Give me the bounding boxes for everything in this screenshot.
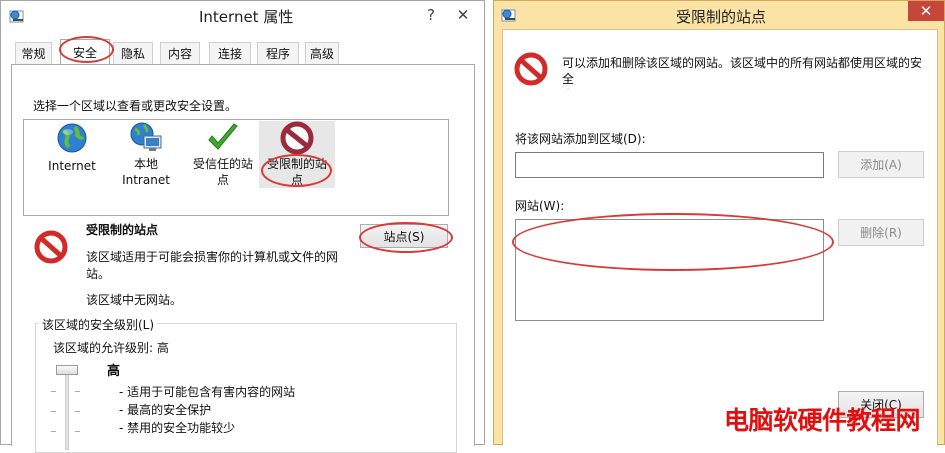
level-bullet: - 最高的安全保护 [119,403,212,417]
intranet-icon [113,121,179,155]
tab-programs[interactable]: 程序 [257,42,299,64]
sites-listbox[interactable] [515,219,824,321]
zone-heading: 受限制的站点 [86,223,159,237]
add-site-label: 将该网站添加到区域(D): [515,132,646,146]
remove-button[interactable]: 删除(R) [838,219,924,246]
level-bullet: - 适用于可能包含有害内容的网站 [119,385,296,399]
zone-description: 该区域适用于可能会损害你的计算机或文件的网 站。 [86,250,339,281]
tab-advanced[interactable]: 高级 [305,42,339,64]
tab-privacy[interactable]: 隐私 [113,42,153,64]
zone-item-intranet[interactable]: 本地 Intranet [113,121,179,188]
zone-item-internet[interactable]: Internet [41,121,103,174]
zone-item-trusted[interactable]: 受信任的站 点 [185,121,261,188]
slider-tick [51,391,56,392]
tab-general[interactable]: 常规 [15,42,52,64]
slider-tick [75,391,80,392]
zone-no-sites: 该区域中无网站。 [86,293,183,307]
allowed-levels: 该区域的允许级别: 高 [53,341,169,355]
restricted-icon [259,121,335,155]
close-button[interactable]: ✕ [449,4,477,26]
help-button[interactable]: ? [417,4,445,26]
slider-tick [51,411,56,412]
internet-properties-window: Internet 属性 ? ✕ 常规 安全 隐私 内容 连接 程序 高级 选择一… [0,0,485,453]
restricted-sites-dialog: 受限制的站点 ✕ 可以添加和删除该区域的网站。该区域中的所有网站都使用区域的安全… [493,0,945,446]
tab-security[interactable]: 安全 [60,39,110,65]
zone-label-intranet: 本地 Intranet [122,157,170,187]
dialog-info-text: 可以添加和删除该区域的网站。该区域中的所有网站都使用区域的安全 全设置。 [562,56,923,89]
sites-list-label: 网站(W): [515,199,565,213]
security-group-title: 该区域的安全级别(L) [39,316,158,333]
globe-icon [41,121,103,155]
dialog-title: 受限制的站点 [676,8,767,26]
app-icon [9,8,25,27]
restricted-big-icon [34,230,68,267]
slider-tick [51,431,56,432]
slider-tick [75,411,80,412]
zone-label-internet: Internet [48,159,96,173]
security-slider-track[interactable] [65,365,69,450]
restricted-big-icon [514,52,548,89]
window-title: Internet 属性 [199,8,294,26]
sites-button[interactable]: 站点(S) [360,224,448,248]
add-site-input[interactable] [515,152,824,178]
watermark: 电脑软硬件教程网 [724,406,921,435]
zone-instruction: 选择一个区域以查看或更改安全设置。 [33,99,238,113]
close-button[interactable]: ✕ [908,1,944,21]
slider-tick [75,431,80,432]
zone-item-restricted[interactable]: 受限制的站 点 [259,121,335,188]
app-icon [501,7,517,26]
security-slider-thumb[interactable] [56,365,78,375]
tab-connections[interactable]: 连接 [209,42,251,64]
level-name: 高 [107,364,121,379]
check-icon [185,121,261,155]
level-bullet: - 禁用的安全功能较少 [119,421,236,435]
add-button[interactable]: 添加(A) [838,151,924,178]
title-bar: Internet 属性 ? ✕ [1,1,484,31]
zone-label-trusted: 受信任的站 点 [192,157,253,187]
zone-label-restricted: 受限制的站 点 [266,157,327,187]
tab-content[interactable]: 内容 [160,42,200,64]
